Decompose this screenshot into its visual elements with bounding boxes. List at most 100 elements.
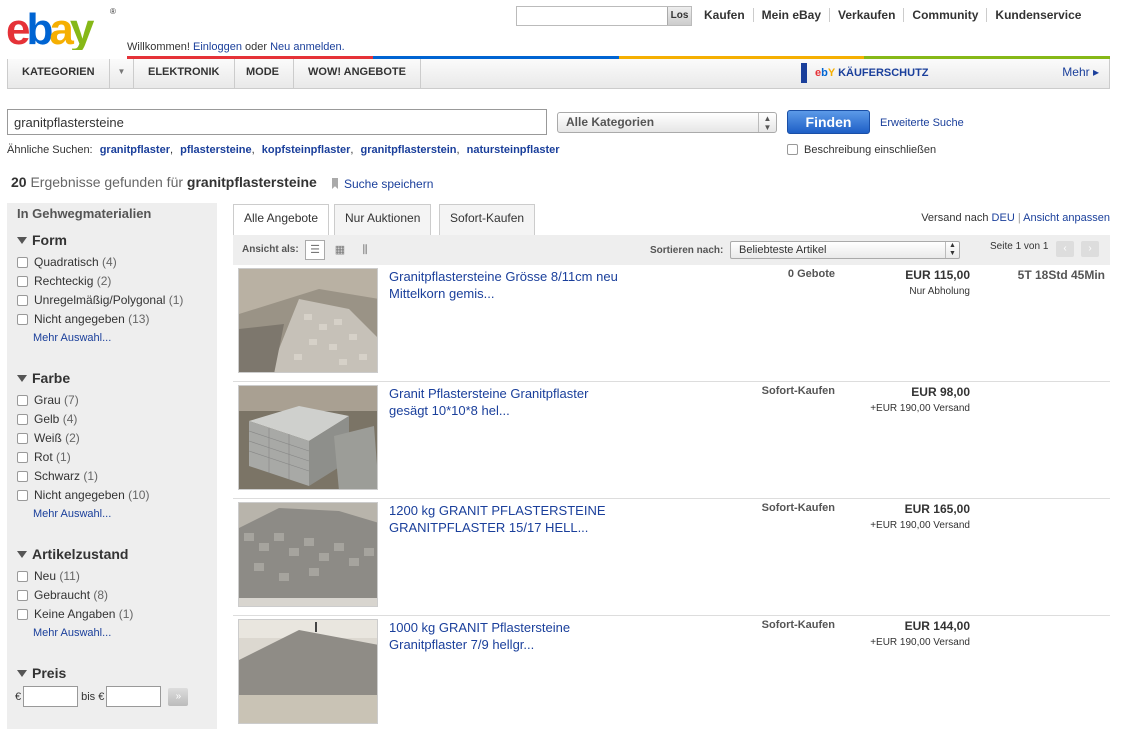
chevron-down-icon: ▼ [109, 59, 133, 88]
top-search-button[interactable]: Los [667, 7, 691, 25]
similar-search-link[interactable]: pflastersteine [180, 144, 252, 156]
ebay-logo[interactable]: ebay ® [6, 4, 118, 50]
listing-title-link[interactable]: 1000 kg GRANIT Pflastersteine Granitpfla… [389, 619, 624, 653]
filter-option[interactable]: Rot (1) [17, 448, 149, 467]
tab-nur-auktionen[interactable]: Nur Auktionen [334, 204, 432, 235]
top-search-input[interactable] [517, 7, 667, 25]
filter-group-artikelzustand: Artikelzustand Neu (11) Gebraucht (8) Ke… [17, 546, 133, 639]
checkbox[interactable] [17, 609, 28, 620]
filter-option[interactable]: Quadratisch (4) [17, 253, 183, 272]
listing-row: Granit Pflastersteine Granitpflaster ges… [233, 382, 1110, 499]
price-min-input[interactable] [23, 686, 79, 707]
main-search-input[interactable] [8, 110, 538, 134]
category-wow-angebote[interactable]: WOW! ANGEBOTE [294, 59, 421, 88]
checkbox[interactable] [17, 471, 28, 482]
checkbox[interactable] [17, 452, 28, 463]
listing-shipping: +EUR 190,00 Versand [870, 520, 970, 531]
more-options-link[interactable]: Mehr Auswahl... [33, 332, 183, 344]
category-mode[interactable]: MODE [232, 59, 294, 88]
similar-search-link[interactable]: granitpflaster [100, 144, 170, 156]
checkbox[interactable] [17, 257, 28, 268]
collapse-triangle-icon [17, 551, 27, 558]
save-search-link[interactable]: Suche speichern [332, 177, 433, 191]
column-view-icon[interactable]: ⫼ [355, 240, 375, 260]
filter-option[interactable]: Keine Angaben (1) [17, 605, 133, 624]
nav-kaufen[interactable]: Kaufen [696, 8, 753, 22]
nav-mein-ebay[interactable]: Mein eBay [752, 8, 829, 22]
sidebar-heading: In Gehwegmaterialien [17, 206, 152, 221]
nav-verkaufen[interactable]: Verkaufen [829, 8, 903, 22]
checkbox[interactable] [17, 295, 28, 306]
more-menu[interactable]: Mehr ▸ [1062, 59, 1099, 85]
svg-text:®: ® [110, 7, 116, 16]
categories-menu[interactable]: KATEGORIEN ▼ [8, 59, 134, 88]
more-options-link[interactable]: Mehr Auswahl... [33, 627, 133, 639]
list-view-icon[interactable]: ☰ [305, 240, 325, 260]
advanced-search-link[interactable]: Erweiterte Suche [880, 117, 964, 129]
register-link[interactable]: Neu anmelden. [270, 41, 345, 53]
more-options-link[interactable]: Mehr Auswahl... [33, 508, 149, 520]
include-description-checkbox[interactable] [787, 144, 798, 155]
svg-text:ebay: ebay [6, 5, 95, 50]
kaeuferschutz-link[interactable]: ebY KÄUFERSCHUTZ [801, 63, 929, 83]
filter-title[interactable]: Artikelzustand [17, 546, 133, 562]
listing-price: EUR 165,00 [904, 502, 970, 516]
top-nav: Kaufen Mein eBay Verkaufen Community Kun… [696, 8, 1089, 22]
listing-title-link[interactable]: Granitpflastersteine Grösse 8/11cm neu M… [389, 268, 624, 302]
category-bar: KATEGORIEN ▼ ELEKTRONIK MODE WOW! ANGEBO… [7, 59, 1110, 89]
listing-price: EUR 115,00 [905, 268, 970, 282]
grid-view-icon[interactable]: ▦ [330, 240, 350, 260]
filter-option[interactable]: Rechteckig (2) [17, 272, 183, 291]
page-indicator: Seite 1 von 1 [990, 241, 1049, 252]
nav-community[interactable]: Community [903, 8, 986, 22]
checkbox[interactable] [17, 433, 28, 444]
filter-option[interactable]: Nicht angegeben (10) [17, 486, 149, 505]
listing-title-link[interactable]: Granit Pflastersteine Granitpflaster ges… [389, 385, 624, 419]
shipping-country-link[interactable]: DEU [992, 212, 1015, 224]
similar-search-link[interactable]: kopfsteinpflaster [262, 144, 351, 156]
filter-option[interactable]: Schwarz (1) [17, 467, 149, 486]
category-select[interactable]: Alle Kategorien ▲ ▼ [557, 112, 777, 133]
listing-format: Sofort-Kaufen [761, 502, 835, 514]
similar-search-link[interactable]: natursteinpflaster [467, 144, 560, 156]
filter-option[interactable]: Gebraucht (8) [17, 586, 133, 605]
listing-thumbnail[interactable] [238, 619, 378, 724]
checkbox[interactable] [17, 314, 28, 325]
listing-thumbnail[interactable] [238, 268, 378, 373]
filter-option[interactable]: Weiß (2) [17, 429, 149, 448]
results-summary: 20 Ergebnisse gefunden für granitpflaste… [11, 174, 317, 190]
filter-option[interactable]: Grau (7) [17, 391, 149, 410]
listing-title-link[interactable]: 1200 kg GRANIT PFLASTERSTEINE GRANITPFLA… [389, 502, 624, 536]
customize-view-link[interactable]: Ansicht anpassen [1023, 212, 1110, 224]
checkbox[interactable] [17, 414, 28, 425]
next-page-icon[interactable]: › [1081, 241, 1099, 257]
checkbox[interactable] [17, 395, 28, 406]
sort-select[interactable]: Beliebteste Artikel ▲ ▼ [730, 241, 960, 259]
checkbox[interactable] [17, 490, 28, 501]
price-max-input[interactable] [106, 686, 162, 707]
login-link[interactable]: Einloggen [193, 41, 242, 53]
filter-option[interactable]: Gelb (4) [17, 410, 149, 429]
price-go-button[interactable]: » [168, 687, 189, 706]
listing-thumbnail[interactable] [238, 385, 378, 490]
tab-alle-angebote[interactable]: Alle Angebote [233, 204, 330, 235]
filter-title[interactable]: Form [17, 232, 183, 248]
price-range: € bis € » [15, 686, 189, 707]
listing-thumbnail[interactable] [238, 502, 378, 607]
checkbox[interactable] [17, 590, 28, 601]
category-elektronik[interactable]: ELEKTRONIK [134, 59, 235, 88]
filter-option[interactable]: Nicht angegeben (13) [17, 310, 183, 329]
checkbox[interactable] [17, 571, 28, 582]
find-button[interactable]: Finden [787, 110, 870, 134]
similar-search-link[interactable]: granitpflasterstein [361, 144, 457, 156]
include-description-option[interactable]: Beschreibung einschließen [787, 144, 936, 156]
listing-bids: 0 Gebote [787, 268, 835, 280]
tab-sofort-kaufen[interactable]: Sofort-Kaufen [439, 204, 536, 235]
checkbox[interactable] [17, 276, 28, 287]
filter-title[interactable]: Preis [17, 665, 188, 681]
filter-option[interactable]: Unregelmäßig/Polygonal (1) [17, 291, 183, 310]
filter-option[interactable]: Neu (11) [17, 567, 133, 586]
nav-kundenservice[interactable]: Kundenservice [986, 8, 1089, 22]
filter-title[interactable]: Farbe [17, 370, 149, 386]
prev-page-icon[interactable]: ‹ [1056, 241, 1074, 257]
